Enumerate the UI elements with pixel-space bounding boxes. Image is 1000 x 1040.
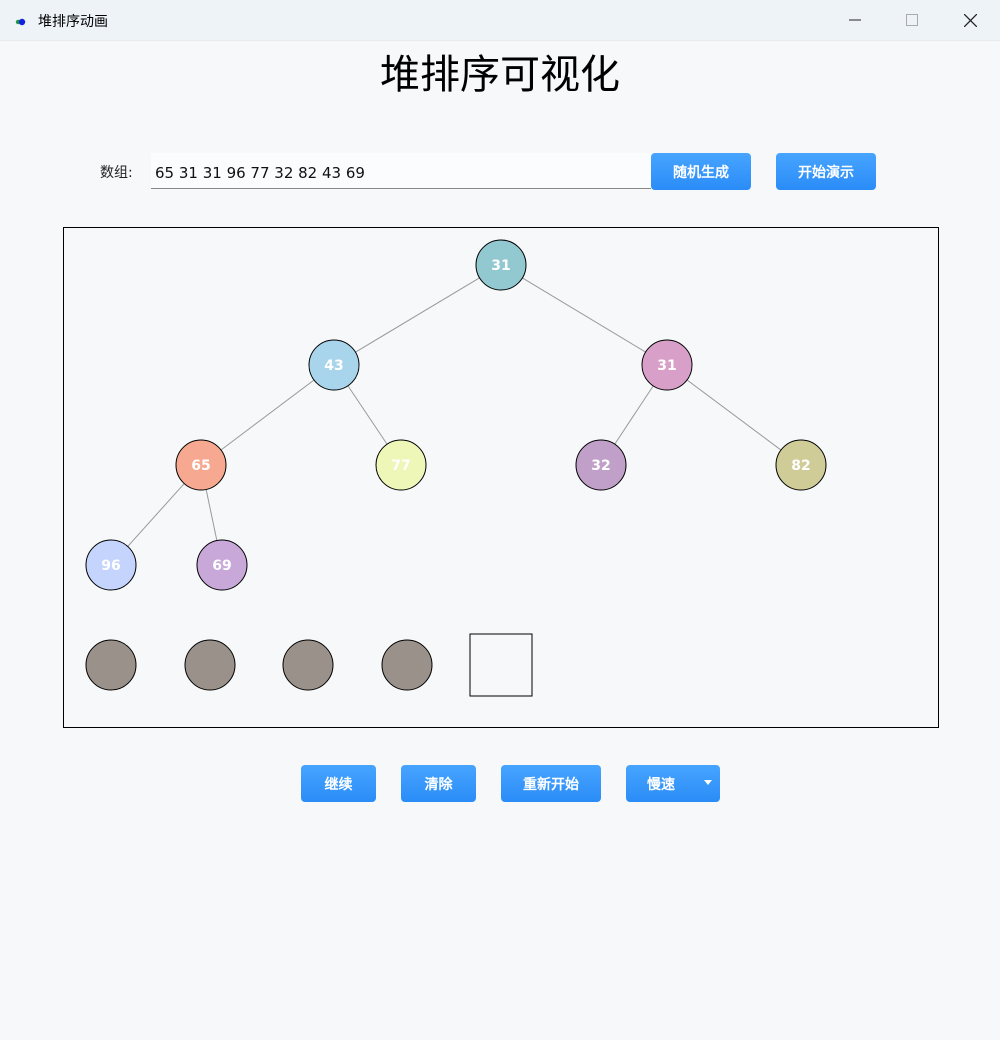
heap-node: 65 [175,439,227,491]
maximize-button[interactable] [884,0,940,40]
heap-node-value: 32 [591,458,610,474]
minimize-icon [849,19,861,21]
array-input[interactable] [151,153,651,189]
sorted-node [282,639,334,691]
minimize-button[interactable] [827,0,883,40]
heap-tree: 31 43 31 65 77 32 82 96 69 [85,239,827,697]
heap-node: 31 [641,339,693,391]
heap-node-value: 65 [191,458,210,474]
tree-edge [522,277,646,353]
heap-node: 32 [575,439,627,491]
sorted-node [85,639,137,691]
continue-button[interactable]: 继续 [301,765,376,802]
tree-edge [347,385,388,445]
heap-node: 77 [375,439,427,491]
heap-node-value: 82 [791,458,810,474]
speed-select-value: 慢速 [647,776,675,793]
heap-node-value: 31 [657,358,676,374]
sorted-area [85,633,533,697]
close-icon [963,13,977,27]
window-title: 堆排序动画 [38,14,108,30]
tree-edge [686,379,782,451]
app-icon [15,18,26,26]
heap-node: 31 [475,239,527,291]
random-generate-button[interactable]: 随机生成 [651,153,751,190]
empty-slot-box [469,633,533,697]
heap-node-value: 69 [212,558,231,574]
tree-edge [205,489,218,541]
maximize-icon [906,14,918,26]
speed-select[interactable]: 慢速 [626,765,720,802]
start-demo-button[interactable]: 开始演示 [776,153,876,190]
heap-node-value: 77 [391,458,410,474]
heap-node: 96 [85,539,137,591]
close-button[interactable] [942,0,998,40]
title-bar: 堆排序动画 [0,0,1000,41]
heap-node: 82 [775,439,827,491]
tree-edge [614,385,654,445]
tree-edge [220,379,315,451]
clear-button[interactable]: 清除 [401,765,476,802]
heap-node-value: 31 [491,258,510,274]
tree-edges [127,277,782,547]
heap-node: 69 [196,539,248,591]
heap-canvas: 31 43 31 65 77 32 82 96 69 [63,227,939,728]
heap-node: 43 [308,339,360,391]
heap-node-value: 96 [101,558,120,574]
tree-edge [127,483,185,547]
sorted-node [381,639,433,691]
tree-edge [355,277,480,353]
heap-node-value: 43 [324,358,343,374]
caret-down-icon [704,780,712,785]
restart-button[interactable]: 重新开始 [501,765,601,802]
array-label: 数组: [100,165,133,181]
sorted-node [184,639,236,691]
page-title: 堆排序可视化 [380,52,620,98]
